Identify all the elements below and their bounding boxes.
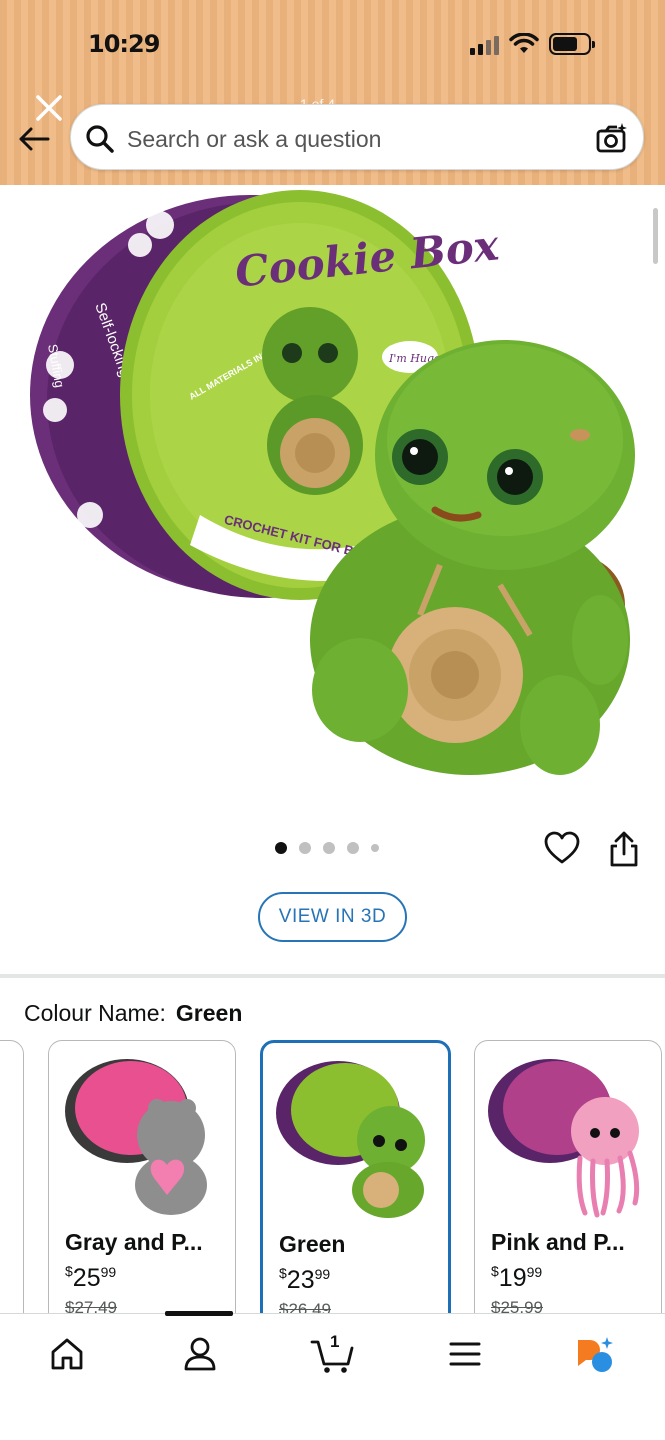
colour-name-label: Colour Name: Green [24, 1000, 242, 1027]
price-cents: 99 [100, 1264, 117, 1280]
price-cents: 99 [314, 1266, 331, 1282]
variant-name: Pink and P... [491, 1229, 625, 1255]
carousel-dot[interactable] [275, 842, 287, 854]
bottom-nav-bar: 1 [0, 1311, 665, 1440]
variant-price: $2599 [65, 1263, 116, 1293]
carousel-dot[interactable] [347, 842, 359, 854]
status-time: 10:29 [88, 30, 160, 58]
close-icon[interactable] [34, 93, 64, 123]
variant-thumbnail [488, 1059, 640, 1218]
rufus-assistant-icon[interactable] [574, 1334, 614, 1374]
section-divider [0, 974, 665, 978]
scroll-indicator [653, 208, 658, 264]
colour-selected-value: Green [175, 1000, 243, 1026]
price-symbol: $ [491, 1263, 499, 1279]
back-arrow-icon[interactable] [16, 124, 52, 154]
cart-count-badge: 1 [330, 1332, 340, 1351]
variant-price: $1999 [491, 1263, 542, 1293]
price-symbol: $ [65, 1263, 73, 1279]
wifi-icon [509, 33, 539, 53]
variant-name: Green [279, 1231, 346, 1257]
variant-card-pink-purple[interactable]: Pink and P... $1999 $25.99 [474, 1040, 662, 1330]
price-whole: 19 [498, 1264, 527, 1292]
variant-card-partial[interactable] [0, 1040, 24, 1330]
variant-name: Gray and P... [65, 1229, 203, 1255]
home-icon[interactable] [47, 1334, 87, 1374]
active-tab-indicator [165, 1311, 233, 1316]
search-icon [86, 125, 114, 153]
carousel-dots[interactable] [275, 842, 379, 854]
variant-price: $2399 [279, 1265, 330, 1295]
battery-icon [549, 33, 595, 55]
status-icons [470, 33, 595, 55]
search-input[interactable] [127, 123, 587, 155]
price-whole: 23 [286, 1266, 315, 1294]
carousel-dot[interactable] [371, 844, 379, 852]
account-icon[interactable] [180, 1334, 220, 1374]
heart-icon[interactable] [543, 830, 581, 866]
variant-card-gray-pink[interactable]: Gray and P... $2599 $27.49 [48, 1040, 236, 1330]
carousel-dot[interactable] [299, 842, 311, 854]
variant-card-green[interactable]: Green $2399 $26.49 [260, 1040, 451, 1330]
price-symbol: $ [279, 1265, 287, 1281]
variant-thumbnail [276, 1061, 425, 1218]
product-image[interactable]: Self-locking eyes Stuffing Cookie Box AL… [0, 185, 665, 815]
share-icon[interactable] [607, 830, 641, 868]
variant-thumbnail [65, 1059, 207, 1215]
price-whole: 25 [72, 1264, 101, 1292]
top-header: 10:29 1 of 4 [0, 0, 665, 185]
view-in-3d-button[interactable]: VIEW IN 3D [258, 892, 407, 942]
carousel-dot[interactable] [323, 842, 335, 854]
colour-label-text: Colour Name: [24, 1000, 166, 1026]
price-cents: 99 [526, 1264, 543, 1280]
signal-icon [470, 35, 499, 55]
search-bar[interactable] [70, 104, 644, 170]
camera-lens-icon[interactable] [595, 121, 629, 155]
menu-icon[interactable] [445, 1334, 485, 1374]
